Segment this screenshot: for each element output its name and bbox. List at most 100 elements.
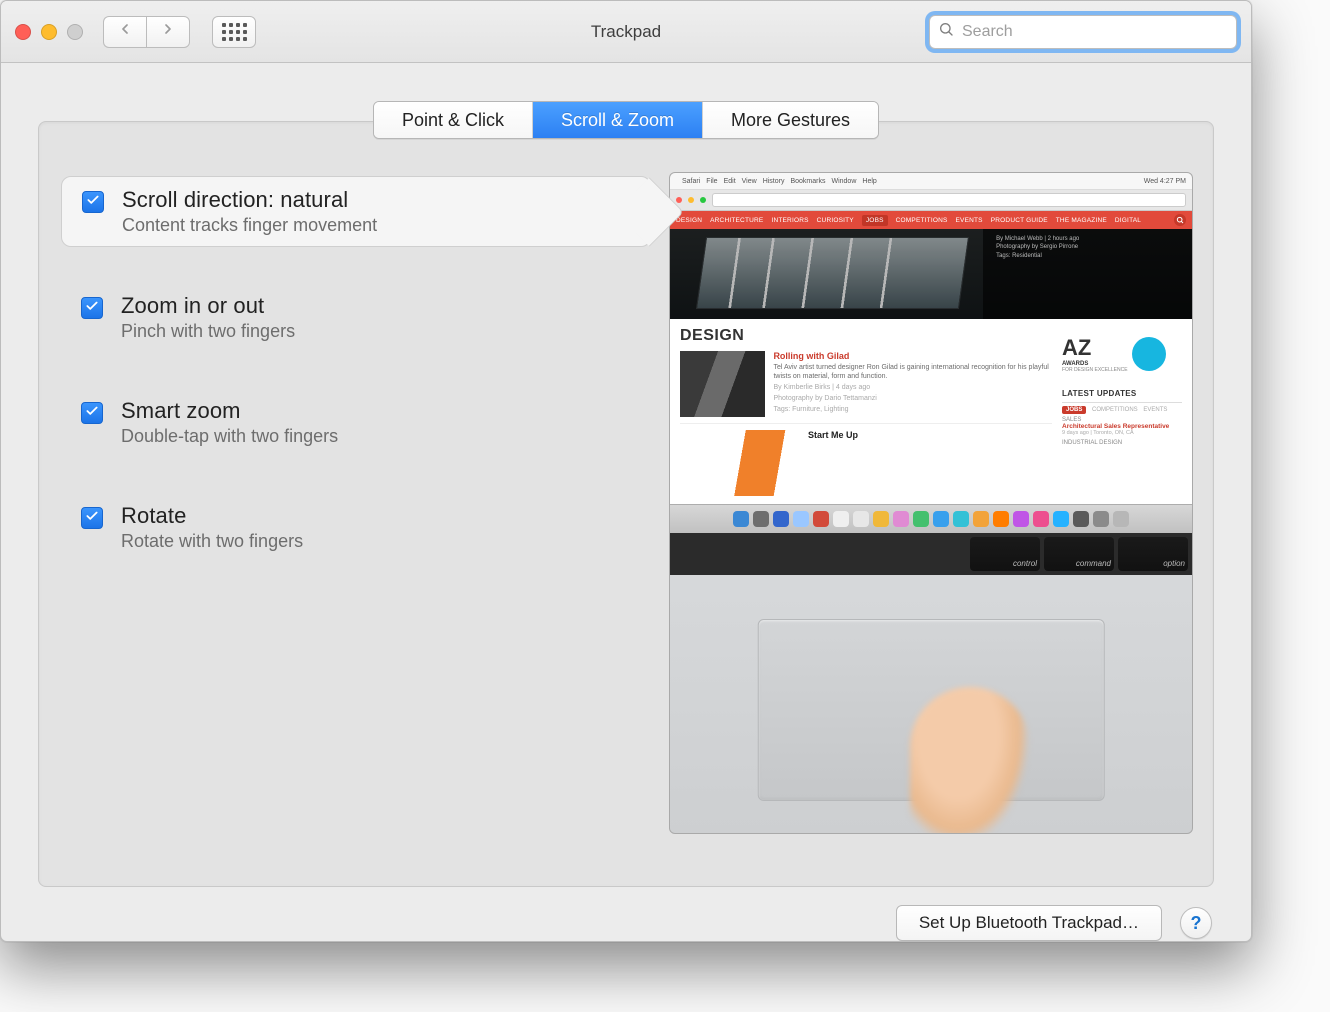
preview-article-blurb: Tel Aviv artist turned designer Ron Gila… (773, 363, 1052, 381)
preview-dock-app-icon (913, 511, 929, 527)
option-zoom[interactable]: Zoom in or out Pinch with two fingers (61, 283, 651, 352)
preview-key: command (1044, 537, 1114, 571)
search-icon (938, 21, 954, 42)
option-title: Smart zoom (121, 398, 338, 424)
option-smart-zoom[interactable]: Smart zoom Double-tap with two fingers (61, 388, 651, 457)
option-scroll-direction[interactable]: Scroll direction: natural Content tracks… (61, 176, 651, 247)
preview-macbook: control command option (670, 533, 1192, 833)
preview-dock-app-icon (793, 511, 809, 527)
search-input[interactable] (960, 22, 1228, 42)
preview-dock-app-icon (1033, 511, 1049, 527)
option-text: Scroll direction: natural Content tracks… (122, 187, 377, 236)
option-subtitle: Pinch with two fingers (121, 321, 295, 342)
option-text: Zoom in or out Pinch with two fingers (121, 293, 295, 342)
preview-nav-item: CURIOSITY (817, 217, 854, 224)
preview-dock-app-icon (893, 511, 909, 527)
option-subtitle: Rotate with two fingers (121, 531, 303, 552)
grid-icon (222, 23, 247, 41)
option-text: Smart zoom Double-tap with two fingers (121, 398, 338, 447)
preview-dock-app-icon (1073, 511, 1089, 527)
preview-nav-item: COMPETITIONS (896, 217, 948, 224)
preview-sidebar-tab: COMPETITIONS (1092, 407, 1138, 413)
minimize-window-button[interactable] (41, 24, 57, 40)
preview-article-byline: Photography by Dario Tettamanzi (773, 394, 1052, 403)
preview-dock-app-icon (1093, 511, 1109, 527)
option-subtitle: Content tracks finger movement (122, 215, 377, 236)
preview-body: DESIGN Rolling with Gilad Tel Aviv artis… (670, 319, 1192, 504)
forward-button[interactable] (146, 16, 190, 48)
checkbox-scroll-direction[interactable] (82, 191, 104, 213)
preview-register-badge (1132, 337, 1166, 371)
check-icon (85, 404, 99, 423)
menubar-item: Window (831, 178, 856, 185)
search-field-wrap[interactable] (929, 15, 1237, 49)
preview-sidebar-item: SALES Architectural Sales Representative… (1062, 417, 1182, 436)
preview-sidebar-tabs: JOBS COMPETITIONS EVENTS (1062, 402, 1182, 413)
tab-point-click[interactable]: Point & Click (374, 102, 533, 138)
tab-scroll-zoom[interactable]: Scroll & Zoom (533, 102, 703, 138)
preview-nav-item: EVENTS (956, 217, 983, 224)
checkbox-rotate[interactable] (81, 507, 103, 529)
preview-dock-app-icon (1013, 511, 1029, 527)
preview-search-icon (1174, 214, 1186, 226)
preview-dock-app-icon (933, 511, 949, 527)
footer-row: Set Up Bluetooth Trackpad… ? (36, 887, 1216, 941)
option-rotate[interactable]: Rotate Rotate with two fingers (61, 493, 651, 562)
preview-article-thumb (680, 430, 800, 496)
menubar-item: Bookmarks (790, 178, 825, 185)
chevron-right-icon (160, 21, 176, 42)
option-text: Rotate Rotate with two fingers (121, 503, 303, 552)
preview-dock-app-icon (993, 511, 1009, 527)
close-window-button[interactable] (15, 24, 31, 40)
preview-key: control (970, 537, 1040, 571)
preview-item-meta: 9 days ago | Toronto, ON, CA (1062, 430, 1182, 436)
zoom-window-button[interactable] (67, 24, 83, 40)
preview-hero-image (696, 237, 969, 309)
preview-meta-line: Photography by Sergio Pirrone (996, 243, 1184, 251)
preview-nav-item: PRODUCT GUIDE (991, 217, 1048, 224)
preview-article-thumb (680, 351, 765, 417)
nav-buttons (103, 16, 190, 48)
preview-frame: Safari File Edit View History Bookmarks … (669, 172, 1193, 834)
option-title: Zoom in or out (121, 293, 295, 319)
menubar-item: Help (862, 178, 876, 185)
preview-menubar: Safari File Edit View History Bookmarks … (670, 173, 1192, 190)
check-icon (86, 193, 100, 212)
preview-az-sub: FOR DESIGN EXCELLENCE (1062, 367, 1128, 373)
preview-dock-app-icon (1053, 511, 1069, 527)
titlebar: Trackpad (1, 1, 1251, 63)
preview-article-2: Start Me Up (680, 423, 1052, 496)
preview-dock-app-icon (833, 511, 849, 527)
setup-bluetooth-trackpad-button[interactable]: Set Up Bluetooth Trackpad… (896, 905, 1162, 941)
preview-dock (670, 504, 1192, 533)
settings-pane: Scroll direction: natural Content tracks… (38, 121, 1214, 887)
menubar-clock: Wed 4:27 PM (1144, 178, 1186, 185)
check-icon (85, 299, 99, 318)
menubar-item: View (742, 178, 757, 185)
preview-sidebar-tab: JOBS (1062, 406, 1086, 414)
preview-nav-item: DIGITAL (1115, 217, 1141, 224)
preview-dock-app-icon (773, 511, 789, 527)
preview-sidebar-tab: EVENTS (1143, 407, 1167, 413)
checkbox-smart-zoom[interactable] (81, 402, 103, 424)
preview-nav-item: INTERIORS (771, 217, 808, 224)
preview-article-meta: Start Me Up (808, 430, 858, 496)
menubar-item: History (763, 178, 785, 185)
tab-more-gestures[interactable]: More Gestures (703, 102, 878, 138)
preview-article-title: Start Me Up (808, 430, 858, 440)
preview-latest-heading: LATEST UPDATES (1062, 389, 1182, 398)
preview-dock-app-icon (973, 511, 989, 527)
help-button[interactable]: ? (1180, 907, 1212, 939)
preview-nav-item-selected: JOBS (862, 215, 888, 226)
option-title: Rotate (121, 503, 303, 529)
options-list: Scroll direction: natural Content tracks… (61, 172, 651, 866)
menubar-item: Safari (682, 178, 700, 185)
preview-hero: By Michael Webb | 2 hours ago Photograph… (670, 229, 1192, 319)
preview-section-heading: DESIGN (680, 327, 1052, 345)
back-button[interactable] (103, 16, 146, 48)
preview-hero-meta: By Michael Webb | 2 hours ago Photograph… (996, 235, 1184, 260)
show-all-prefs-button[interactable] (212, 16, 256, 48)
checkbox-zoom[interactable] (81, 297, 103, 319)
preview-az-logo: AZ (1062, 335, 1128, 361)
preview-key: option (1118, 537, 1188, 571)
